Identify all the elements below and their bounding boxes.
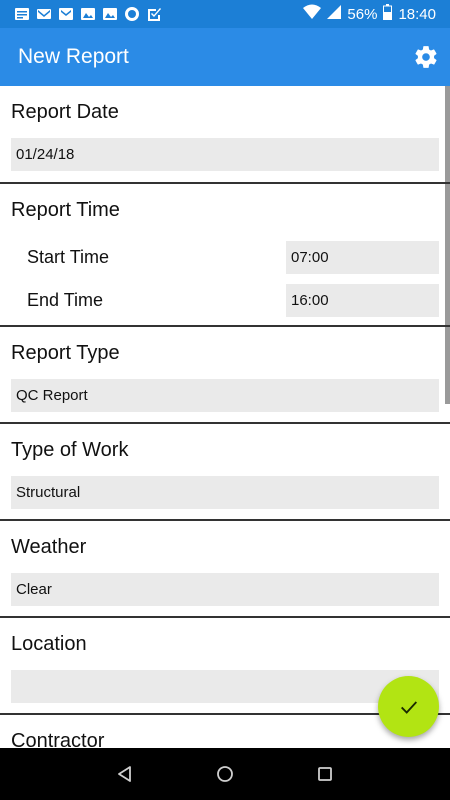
weather-label: Weather: [11, 536, 87, 558]
notification-icon: [14, 6, 30, 22]
submit-fab-button[interactable]: [378, 676, 439, 737]
signal-icon: [327, 4, 342, 24]
gmail-icon: [36, 6, 52, 22]
settings-button[interactable]: [412, 43, 440, 71]
clock: 18:40: [398, 5, 436, 23]
report-date-section: Report Date 01/24/18: [0, 86, 450, 184]
report-type-section: Report Type QC Report: [0, 327, 450, 424]
circle-app-icon: [124, 6, 140, 22]
image-icon: [102, 6, 118, 22]
report-type-field[interactable]: QC Report: [11, 379, 439, 412]
location-field[interactable]: [11, 670, 439, 703]
type-of-work-label: Type of Work: [11, 439, 129, 461]
navigation-bar: [0, 748, 450, 800]
end-time-field[interactable]: 16:00: [286, 284, 439, 317]
report-date-label: Report Date: [11, 101, 119, 123]
checkbox-app-icon: [146, 6, 162, 22]
report-form[interactable]: Report Date 01/24/18 Report Time Start T…: [0, 86, 450, 748]
end-time-row: End Time 16:00: [0, 279, 450, 322]
gear-icon: [415, 46, 437, 68]
end-time-label: End Time: [27, 290, 104, 310]
report-type-label: Report Type: [11, 342, 120, 364]
system-status: 56% 18:40: [303, 0, 436, 28]
recents-icon: [318, 767, 332, 781]
image-icon: [80, 6, 96, 22]
start-time-field[interactable]: 07:00: [286, 241, 439, 274]
location-label: Location: [11, 633, 87, 655]
page-title: New Report: [18, 45, 129, 68]
battery-icon: [383, 4, 393, 24]
back-icon: [118, 766, 131, 782]
type-of-work-section: Type of Work Structural: [0, 424, 450, 521]
home-button[interactable]: [213, 762, 237, 786]
back-button[interactable]: [113, 762, 137, 786]
start-time-label: Start Time: [27, 247, 110, 267]
status-bar: 56% 18:40: [0, 0, 450, 28]
report-time-section: Report Time Start Time 07:00 End Time 16…: [0, 184, 450, 327]
home-icon: [217, 766, 233, 782]
weather-field[interactable]: Clear: [11, 573, 439, 606]
start-time-row: Start Time 07:00: [0, 236, 450, 279]
weather-section: Weather Clear: [0, 521, 450, 618]
recents-button[interactable]: [313, 762, 337, 786]
app-bar: New Report: [0, 28, 450, 86]
notification-icons: [0, 6, 162, 22]
report-time-label: Report Time: [11, 199, 120, 221]
wifi-icon: [303, 4, 322, 24]
checkmark-icon: [400, 700, 417, 714]
battery-percent: 56%: [347, 5, 378, 23]
report-date-field[interactable]: 01/24/18: [11, 138, 439, 171]
gmail-icon: [58, 6, 74, 22]
type-of-work-field[interactable]: Structural: [11, 476, 439, 509]
